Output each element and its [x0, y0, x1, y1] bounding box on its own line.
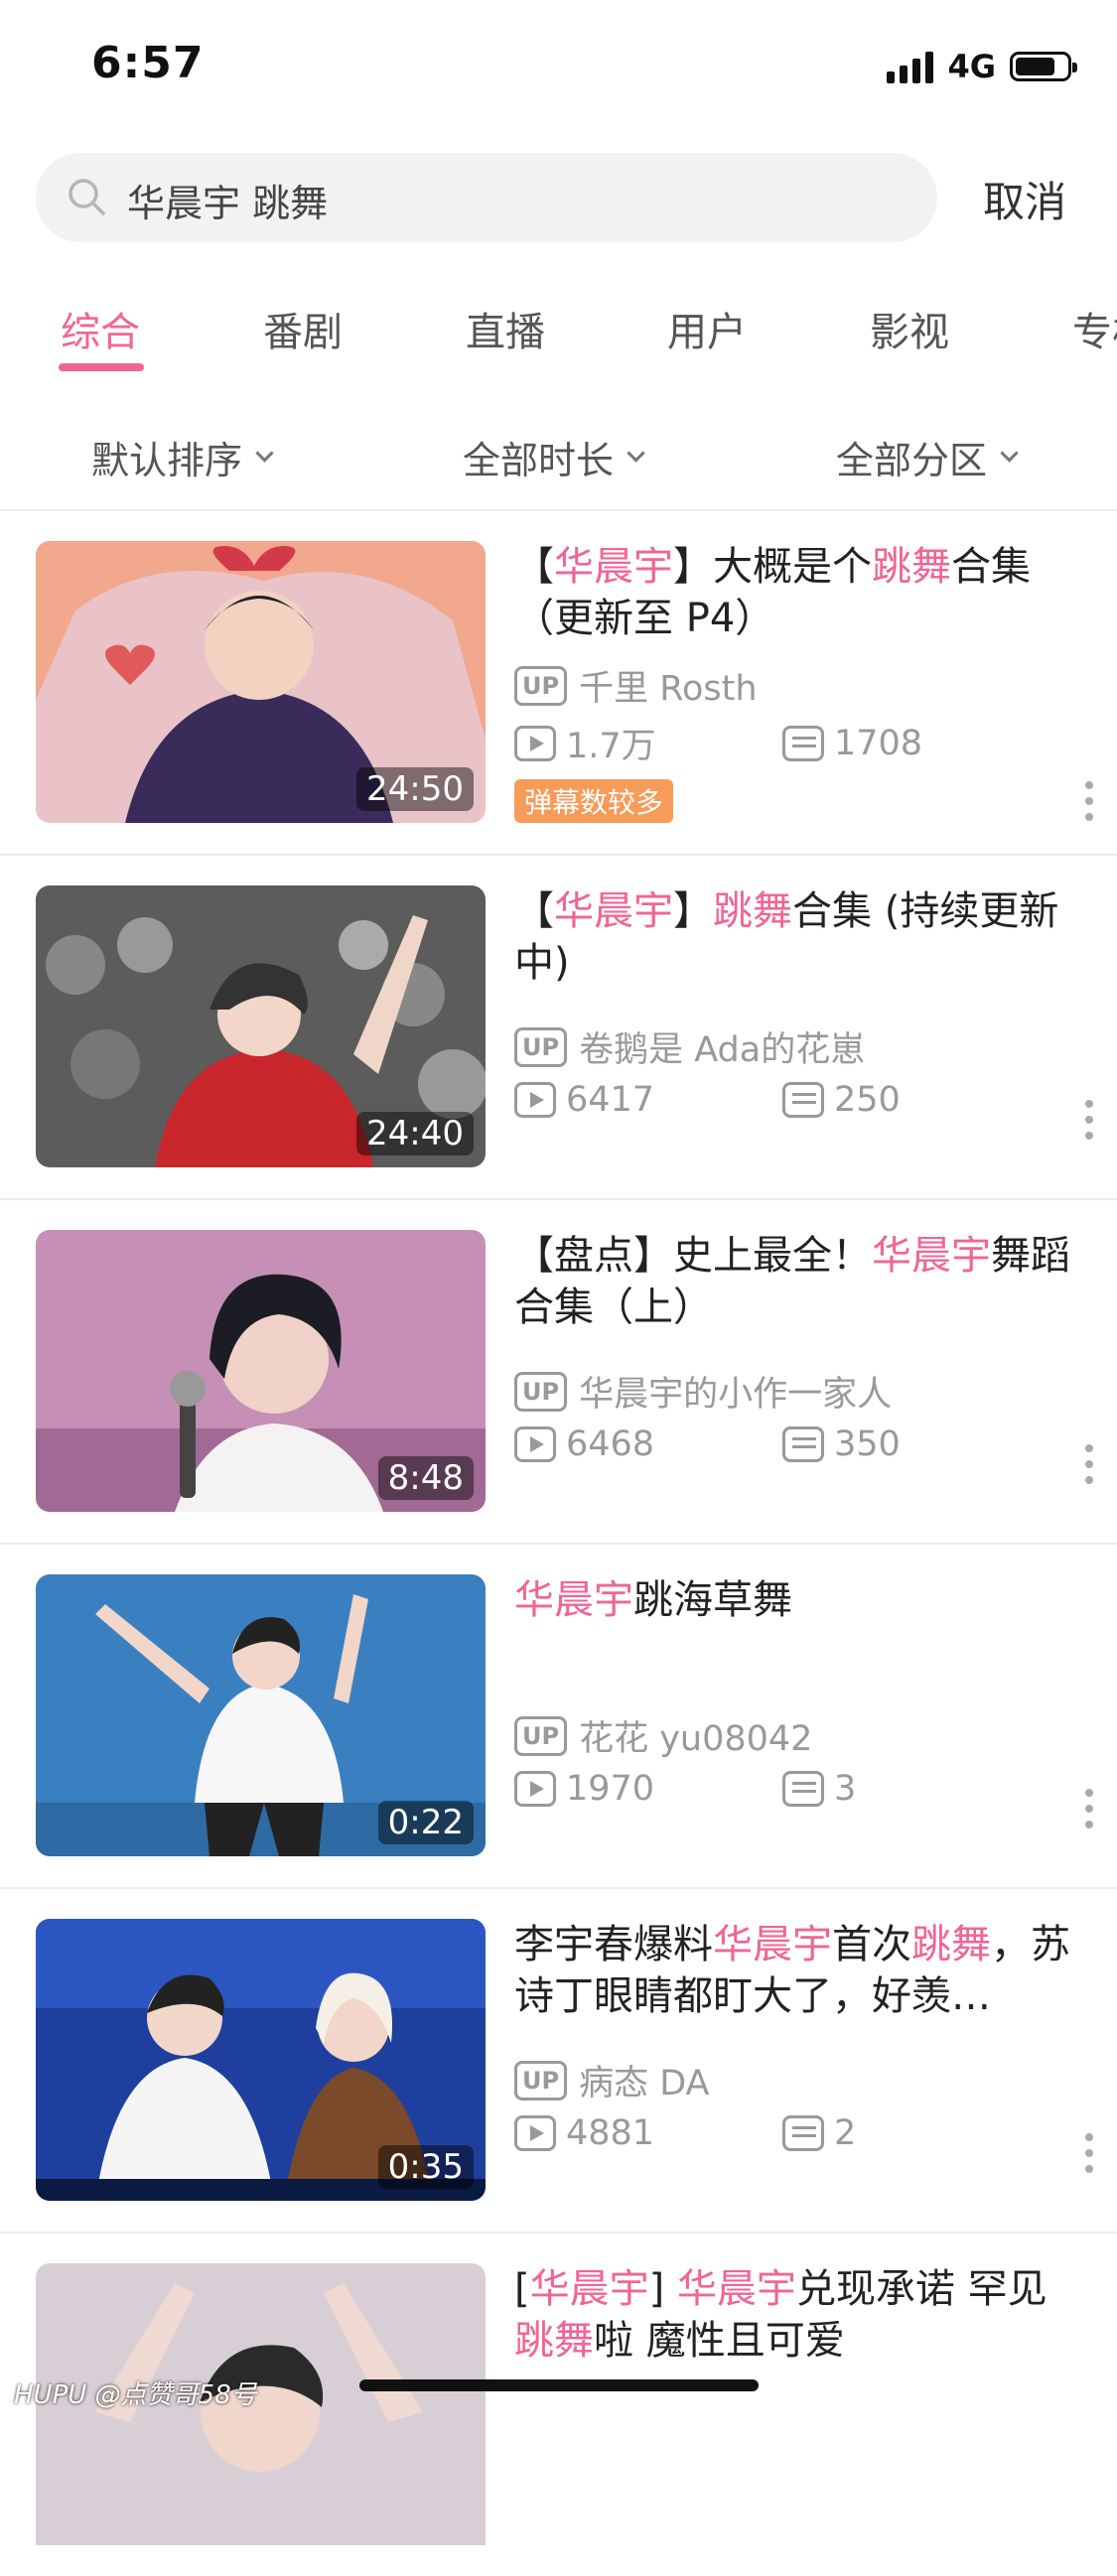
more-icon[interactable]	[1085, 1444, 1093, 1492]
home-indicator[interactable]	[359, 2379, 759, 2391]
danmaku-count: 2	[782, 2113, 856, 2153]
partition-filter-label: 全部分区	[836, 439, 988, 482]
video-stats: 1970 3	[514, 1769, 856, 1809]
video-duration: 0:35	[377, 2145, 474, 2189]
chevron-down-icon	[255, 444, 274, 463]
uploader-name: 华晨宇的小作一家人	[579, 1375, 893, 1415]
video-stats: 6417 250	[514, 1080, 901, 1120]
play-icon	[514, 1082, 556, 1118]
uploader-name: 病态 DA	[579, 2064, 710, 2103]
tab-bangumi[interactable]: 番剧	[263, 300, 343, 357]
video-thumbnail[interactable]: 0:22	[36, 1574, 486, 1856]
search-query: 华晨宇 跳舞	[127, 182, 329, 225]
list-item[interactable]: 24:50 【华晨宇】大概是个跳舞合集（更新至 P4） UP 千里 Rosth …	[0, 511, 1117, 856]
up-badge-icon: UP	[514, 1371, 568, 1412]
play-count: 6468	[514, 1424, 782, 1464]
video-title[interactable]: 【盘点】史上最全！华晨宇舞蹈合集（上）	[514, 1230, 1080, 1333]
danmaku-count: 1708	[782, 724, 922, 763]
more-icon[interactable]	[1085, 781, 1093, 829]
uploader-name: 花花 yu08042	[579, 1719, 813, 1759]
play-count: 4881	[514, 2113, 782, 2153]
status-time: 6:57	[91, 38, 205, 88]
cancel-button[interactable]: 取消	[983, 169, 1066, 229]
danmaku-count: 350	[782, 1424, 901, 1464]
tag-badge: 弹幕数较多	[514, 779, 674, 823]
tab-movies[interactable]: 影视	[870, 300, 949, 357]
uploader[interactable]: UP 千里 Rosth	[514, 660, 758, 711]
video-thumbnail[interactable]: 24:50	[36, 541, 486, 823]
danmaku-icon	[782, 725, 824, 761]
status-bar: 6:57 4G	[0, 0, 1117, 139]
active-tab-indicator	[59, 363, 144, 371]
chevron-down-icon	[1000, 444, 1019, 463]
video-duration: 24:40	[356, 1112, 474, 1155]
tab-columns[interactable]: 专栏	[1072, 300, 1117, 357]
danmaku-icon	[782, 2115, 824, 2151]
sort-filter-label: 默认排序	[91, 439, 243, 482]
danmaku-icon	[782, 1082, 824, 1118]
danmaku-icon	[782, 1426, 824, 1462]
play-icon	[514, 2115, 556, 2151]
video-duration: 8:48	[377, 1456, 474, 1500]
category-tabs: 综合 番剧 直播 用户 影视 专栏	[0, 288, 1117, 377]
list-item[interactable]: 0:22 华晨宇跳海草舞 UP 花花 yu08042 1970 3	[0, 1545, 1117, 1889]
search-input[interactable]: 华晨宇 跳舞	[36, 153, 937, 242]
video-thumbnail[interactable]: 24:40	[36, 885, 486, 1167]
up-badge-icon: UP	[514, 665, 568, 706]
duration-filter[interactable]: 全部时长	[463, 430, 645, 484]
partition-filter[interactable]: 全部分区	[836, 430, 1019, 484]
more-icon[interactable]	[1085, 1789, 1093, 1836]
video-duration: 24:50	[356, 767, 474, 811]
uploader-name: 卷鹅是 Ada的花崽	[579, 1030, 866, 1070]
network-label: 4G	[947, 48, 996, 85]
uploader[interactable]: UP 花花 yu08042	[514, 1710, 812, 1761]
sort-filter[interactable]: 默认排序	[91, 430, 274, 484]
video-stats: 6468 350	[514, 1424, 901, 1464]
watermark: HUPU @点赞哥58号	[14, 2380, 257, 2410]
video-title[interactable]: 【华晨宇】跳舞合集 (持续更新中)	[514, 885, 1080, 989]
signal-icon	[887, 50, 934, 83]
tab-users[interactable]: 用户	[667, 300, 747, 357]
status-icons: 4G	[887, 48, 1077, 85]
list-item[interactable]: 8:48 【盘点】史上最全！华晨宇舞蹈合集（上） UP 华晨宇的小作一家人 64…	[0, 1200, 1117, 1545]
danmaku-icon	[782, 1771, 824, 1807]
uploader-name: 千里 Rosth	[579, 669, 758, 709]
filter-bar: 默认排序 全部时长 全部分区	[0, 422, 1117, 511]
danmaku-count: 250	[782, 1080, 901, 1120]
video-title[interactable]: 李宇春爆料华晨宇首次跳舞，苏诗丁眼睛都盯大了，好羡…	[514, 1919, 1080, 2022]
video-thumbnail[interactable]: 8:48	[36, 1230, 486, 1512]
video-title[interactable]: 【华晨宇】大概是个跳舞合集（更新至 P4）	[514, 541, 1080, 644]
video-duration: 0:22	[377, 1801, 474, 1844]
list-item[interactable]: 0:35 李宇春爆料华晨宇首次跳舞，苏诗丁眼睛都盯大了，好羡… UP 病态 DA…	[0, 1889, 1117, 2234]
search-icon	[69, 179, 105, 215]
more-icon[interactable]	[1085, 1100, 1093, 1148]
danmaku-count: 3	[782, 1769, 856, 1809]
tab-live[interactable]: 直播	[466, 300, 545, 357]
uploader[interactable]: UP 卷鹅是 Ada的花崽	[514, 1021, 865, 1072]
video-thumbnail[interactable]: 0:35	[36, 1919, 486, 2201]
result-list: 24:50 【华晨宇】大概是个跳舞合集（更新至 P4） UP 千里 Rosth …	[0, 511, 1117, 2576]
play-icon	[514, 1771, 556, 1807]
up-badge-icon: UP	[514, 1715, 568, 1756]
video-stats: 1.7万 1708	[514, 718, 922, 768]
play-icon	[514, 725, 556, 761]
up-badge-icon: UP	[514, 1026, 568, 1067]
video-stats: 4881 2	[514, 2113, 856, 2153]
video-title[interactable]: 华晨宇跳海草舞	[514, 1574, 1080, 1626]
play-icon	[514, 1426, 556, 1462]
uploader[interactable]: UP 华晨宇的小作一家人	[514, 1366, 892, 1417]
uploader[interactable]: UP 病态 DA	[514, 2055, 709, 2105]
tab-all[interactable]: 综合	[61, 300, 140, 357]
list-item[interactable]: 24:40 【华晨宇】跳舞合集 (持续更新中) UP 卷鹅是 Ada的花崽 64…	[0, 856, 1117, 1200]
duration-filter-label: 全部时长	[463, 439, 615, 482]
chevron-down-icon	[627, 444, 645, 463]
play-count: 1970	[514, 1769, 782, 1809]
play-count: 1.7万	[514, 718, 782, 768]
up-badge-icon: UP	[514, 2060, 568, 2101]
more-icon[interactable]	[1085, 2133, 1093, 2181]
play-count: 6417	[514, 1080, 782, 1120]
video-title[interactable]: [华晨宇] 华晨宇兑现承诺 罕见跳舞啦 魔性且可爱	[514, 2263, 1080, 2367]
battery-icon	[1010, 52, 1077, 81]
search-row: 华晨宇 跳舞 取消	[0, 149, 1117, 243]
